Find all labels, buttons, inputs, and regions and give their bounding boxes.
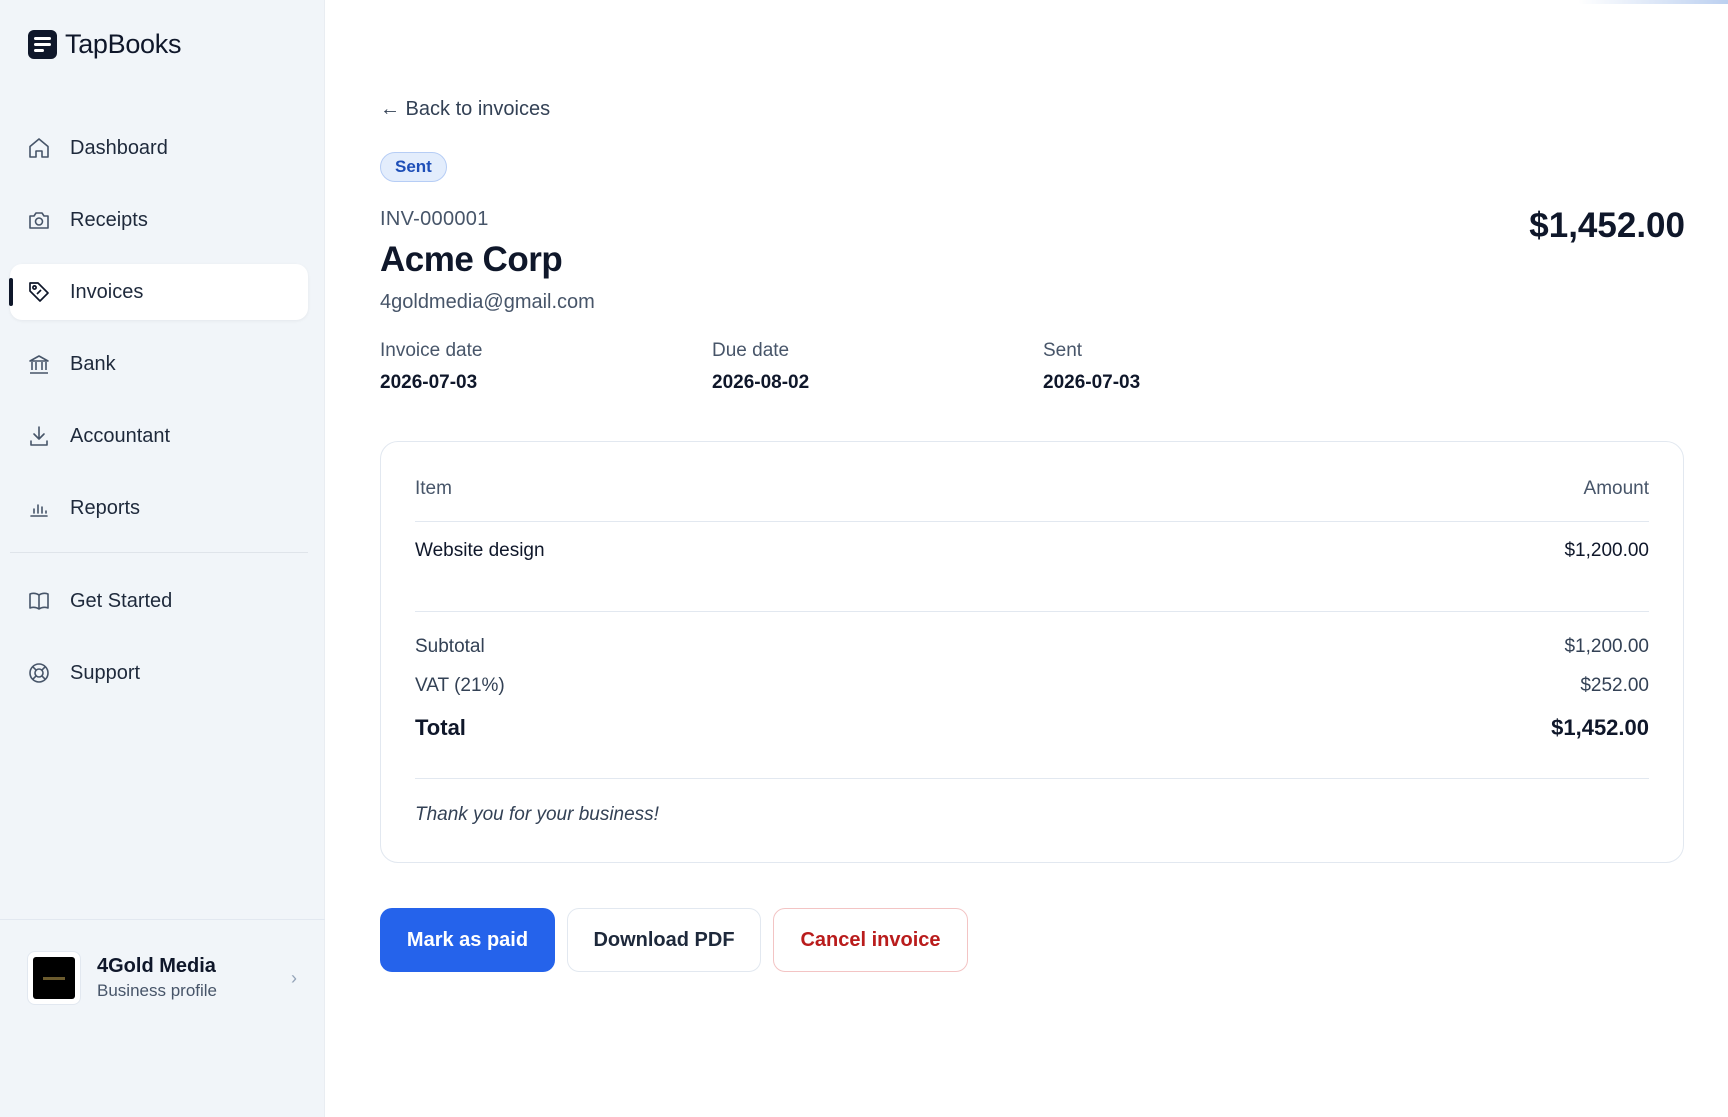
meta-label: Due date [712, 340, 790, 361]
status-badge: Sent [380, 152, 447, 182]
meta-value: 2026-08-02 [712, 372, 810, 393]
meta-sent-date: Sent 2026-07-03 [1043, 340, 1140, 394]
table-header: Item Amount [415, 478, 1649, 500]
divider [415, 521, 1649, 522]
profile-subtitle: Business profile [97, 981, 218, 1000]
avatar [27, 951, 81, 1005]
sidebar-item-bank[interactable]: Bank [10, 336, 308, 392]
chevron-right-icon: › [291, 968, 297, 988]
logo-icon [28, 29, 57, 59]
meta-due-date: Due date 2026-08-02 [712, 340, 809, 394]
brand-name: TapBooks [65, 28, 182, 59]
total-row: Total $1,452.00 [415, 715, 1649, 741]
sidebar-item-label: Reports [70, 496, 141, 519]
sidebar: TapBooks Dashboard Receipts Invoices Ban… [0, 0, 325, 1117]
meta-label: Sent [1043, 340, 1083, 361]
column-header-item: Item [415, 478, 452, 499]
book-icon [26, 588, 52, 614]
divider [415, 778, 1649, 779]
invoice-items-card: Item Amount Website design $1,200.00 Sub… [380, 441, 1684, 863]
client-name: Acme Corp [380, 240, 563, 279]
vat-label: VAT (21%) [415, 675, 505, 696]
sidebar-item-label: Get Started [70, 589, 173, 612]
sidebar-nav: Dashboard Receipts Invoices Bank Account… [9, 120, 308, 717]
sidebar-item-label: Invoices [70, 280, 144, 303]
sidebar-item-label: Bank [70, 352, 116, 375]
subtotal-value: $1,200.00 [1564, 636, 1649, 657]
sidebar-item-label: Receipts [70, 208, 148, 231]
sidebar-item-invoices[interactable]: Invoices [9, 264, 308, 320]
sidebar-divider [10, 552, 308, 553]
home-icon [26, 135, 52, 161]
cancel-invoice-button[interactable]: Cancel invoice [773, 908, 968, 972]
decorative-gradient [1578, 0, 1728, 4]
business-profile-switcher[interactable]: 4Gold Media Business profile › [27, 950, 297, 1006]
back-to-invoices-link[interactable]: ← Back to invoices [380, 98, 550, 121]
bank-icon [26, 351, 52, 377]
profile-section: 4Gold Media Business profile › [0, 919, 325, 1117]
sidebar-item-label: Support [70, 661, 141, 684]
client-email: 4goldmedia@gmail.com [380, 291, 595, 313]
line-item-description: Website design [415, 540, 545, 561]
sidebar-item-reports[interactable]: Reports [10, 480, 308, 536]
download-pdf-button[interactable]: Download PDF [567, 908, 761, 972]
total-value: $1,452.00 [1551, 715, 1649, 740]
business-logo [33, 957, 75, 999]
sidebar-item-label: Dashboard [70, 136, 168, 159]
sidebar-item-accountant[interactable]: Accountant [10, 408, 308, 464]
vat-value: $252.00 [1580, 675, 1649, 696]
mark-as-paid-button[interactable]: Mark as paid [380, 908, 555, 972]
meta-value: 2026-07-03 [380, 372, 478, 393]
subtotal-row: Subtotal $1,200.00 [415, 636, 1649, 658]
column-header-amount: Amount [1583, 478, 1649, 499]
sidebar-item-get-started[interactable]: Get Started [10, 573, 308, 629]
invoice-total-amount: $1,452.00 [1529, 206, 1685, 245]
sidebar-item-label: Accountant [70, 424, 171, 447]
meta-value: 2026-07-03 [1043, 372, 1141, 393]
invoice-note: Thank you for your business! [415, 804, 659, 825]
invoice-actions: Mark as paid Download PDF Cancel invoice [380, 908, 968, 972]
lifebuoy-icon [26, 660, 52, 686]
vat-row: VAT (21%) $252.00 [415, 675, 1649, 697]
camera-icon [26, 207, 52, 233]
sidebar-item-support[interactable]: Support [10, 645, 308, 701]
table-row: Website design $1,200.00 [415, 540, 1649, 562]
tag-icon [26, 279, 52, 305]
divider [415, 611, 1649, 612]
subtotal-label: Subtotal [415, 636, 485, 657]
meta-label: Invoice date [380, 340, 483, 361]
bar-chart-icon [26, 495, 52, 521]
sidebar-item-dashboard[interactable]: Dashboard [10, 120, 308, 176]
download-icon [26, 423, 52, 449]
invoice-number: INV-000001 [380, 208, 489, 230]
sidebar-item-receipts[interactable]: Receipts [10, 192, 308, 248]
invoice-meta: Invoice date 2026-07-03 Due date 2026-08… [380, 340, 1380, 400]
meta-invoice-date: Invoice date 2026-07-03 [380, 340, 482, 394]
line-item-amount: $1,200.00 [1564, 540, 1649, 561]
profile-name: 4Gold Media [97, 955, 216, 977]
total-label: Total [415, 715, 466, 740]
brand[interactable]: TapBooks [28, 28, 181, 60]
